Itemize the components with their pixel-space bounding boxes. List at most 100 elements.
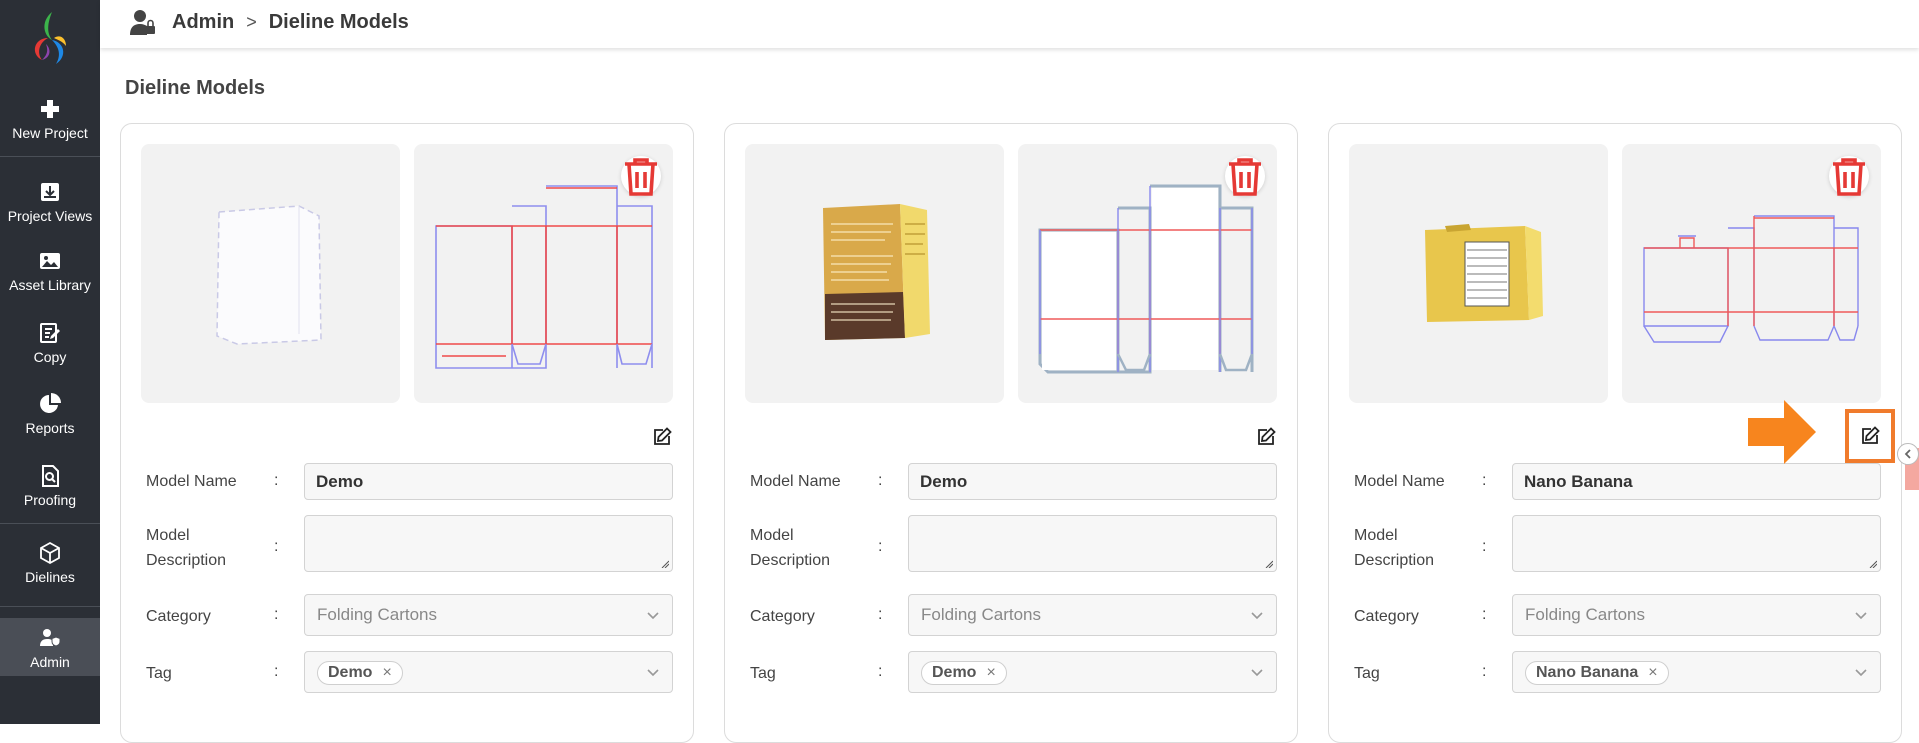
tag-chip-label: Demo	[328, 664, 373, 681]
breadcrumb-current: Dieline Models	[268, 10, 409, 33]
search-document-icon	[42, 465, 59, 487]
tag-label: Tag	[146, 665, 172, 682]
delete-model-button[interactable]	[1225, 156, 1265, 196]
dieline-model-card: Model Name : Demo Model Description : Ca…	[120, 123, 694, 743]
tag-remove-icon[interactable]: ×	[382, 664, 391, 682]
chevron-down-icon	[647, 612, 659, 620]
tag-select[interactable]: Demo ×	[908, 651, 1277, 693]
model-name-label: Model Name	[1354, 473, 1445, 490]
nav-label: Reports	[25, 420, 75, 436]
model-name-label: Model Name	[146, 473, 237, 490]
chevron-down-icon	[1251, 669, 1263, 677]
edit-model-button[interactable]	[1845, 409, 1895, 463]
chevron-down-icon	[1855, 612, 1867, 620]
model-dieline-preview[interactable]	[1018, 144, 1277, 403]
nav-label: New Project	[12, 125, 88, 141]
user-shield-icon	[40, 629, 61, 647]
model-description-textarea[interactable]	[1512, 515, 1881, 572]
page-title: Dieline Models	[125, 77, 266, 99]
chevron-down-icon	[1251, 612, 1263, 620]
model-dieline-preview[interactable]	[414, 144, 673, 403]
model-3d-preview[interactable]	[141, 144, 400, 403]
model-3d-preview[interactable]	[1349, 144, 1608, 403]
edit-icon	[1862, 426, 1880, 444]
label-line: Model	[750, 527, 794, 544]
admin-user-icon	[130, 10, 155, 35]
model-name-input[interactable]: Demo	[304, 463, 673, 500]
model-dieline-preview[interactable]	[1622, 144, 1881, 403]
colon: :	[1482, 663, 1487, 680]
label-line: Description	[1354, 552, 1435, 569]
model-description-textarea[interactable]	[908, 515, 1277, 572]
plus-icon	[41, 100, 59, 118]
edit-icon	[654, 427, 672, 445]
nav-project-views[interactable]: Project Views	[0, 180, 100, 224]
category-select[interactable]: Folding Cartons	[908, 594, 1277, 636]
colon: :	[878, 606, 883, 623]
delete-model-button[interactable]	[621, 156, 661, 196]
tag-remove-icon[interactable]: ×	[1648, 664, 1657, 682]
label-line: Model	[1354, 527, 1398, 544]
colon: :	[878, 538, 883, 555]
colon: :	[878, 663, 883, 680]
dieline-model-card: Model Name : Demo Model Description : Ca…	[724, 123, 1298, 743]
divider	[0, 156, 100, 157]
tag-label: Tag	[750, 665, 776, 682]
download-box-icon	[41, 183, 59, 201]
category-value: Folding Cartons	[921, 605, 1042, 624]
tag-label: Tag	[1354, 665, 1380, 682]
trash-icon	[1833, 158, 1865, 196]
chevron-down-icon	[1855, 669, 1867, 677]
category-label: Category	[750, 608, 815, 625]
category-select[interactable]: Folding Cartons	[1512, 594, 1881, 636]
image-icon	[40, 253, 60, 269]
label-line: Model	[146, 527, 190, 544]
category-value: Folding Cartons	[1525, 605, 1646, 624]
tag-select[interactable]: Nano Banana ×	[1512, 651, 1881, 693]
delete-model-button[interactable]	[1829, 156, 1869, 196]
trash-icon	[1229, 158, 1261, 196]
model-3d-preview[interactable]	[745, 144, 1004, 403]
chevron-down-icon	[647, 669, 659, 677]
colon: :	[878, 472, 883, 489]
pie-chart-icon	[40, 393, 61, 413]
breadcrumb: Admin > Dieline Models	[130, 8, 409, 36]
tag-chip: Demo ×	[921, 661, 1007, 685]
model-name-input[interactable]: Demo	[908, 463, 1277, 500]
edit-model-button[interactable]	[649, 424, 675, 450]
model-name-label: Model Name	[750, 473, 841, 490]
nav-label: Copy	[33, 349, 67, 365]
colon: :	[274, 472, 279, 489]
colon: :	[274, 606, 279, 623]
tag-chip-label: Demo	[932, 664, 977, 681]
collapse-panel-button[interactable]	[1897, 443, 1919, 465]
nav-dielines[interactable]: Dielines	[0, 541, 100, 585]
edit-model-button[interactable]	[1253, 424, 1279, 450]
edit-icon	[1258, 427, 1276, 445]
nav-copy[interactable]: Copy	[0, 321, 100, 365]
model-description-textarea[interactable]	[304, 515, 673, 572]
model-description-label: Model Description	[146, 523, 226, 573]
tag-select[interactable]: Demo ×	[304, 651, 673, 693]
top-bar: Admin > Dieline Models	[100, 0, 1919, 48]
resize-handle-icon[interactable]	[661, 560, 669, 568]
tag-remove-icon[interactable]: ×	[986, 664, 995, 682]
model-name-input[interactable]: Nano Banana	[1512, 463, 1881, 500]
category-label: Category	[1354, 608, 1419, 625]
nav-asset-library[interactable]: Asset Library	[0, 249, 100, 293]
nav-admin[interactable]: Admin	[0, 618, 100, 676]
category-value: Folding Cartons	[317, 605, 438, 624]
resize-handle-icon[interactable]	[1869, 560, 1877, 568]
resize-handle-icon[interactable]	[1265, 560, 1273, 568]
colon: :	[1482, 606, 1487, 623]
edit-document-icon	[40, 323, 60, 343]
nav-new-project[interactable]: New Project	[0, 97, 100, 141]
category-select[interactable]: Folding Cartons	[304, 594, 673, 636]
tag-chip: Nano Banana ×	[1525, 661, 1669, 685]
app-logo[interactable]	[26, 8, 74, 68]
nav-reports[interactable]: Reports	[0, 392, 100, 436]
box-icon	[40, 541, 60, 565]
sidebar: New Project Project Views Asset Library …	[0, 0, 100, 724]
nav-proofing[interactable]: Proofing	[0, 464, 100, 508]
breadcrumb-root[interactable]: Admin	[172, 11, 234, 34]
